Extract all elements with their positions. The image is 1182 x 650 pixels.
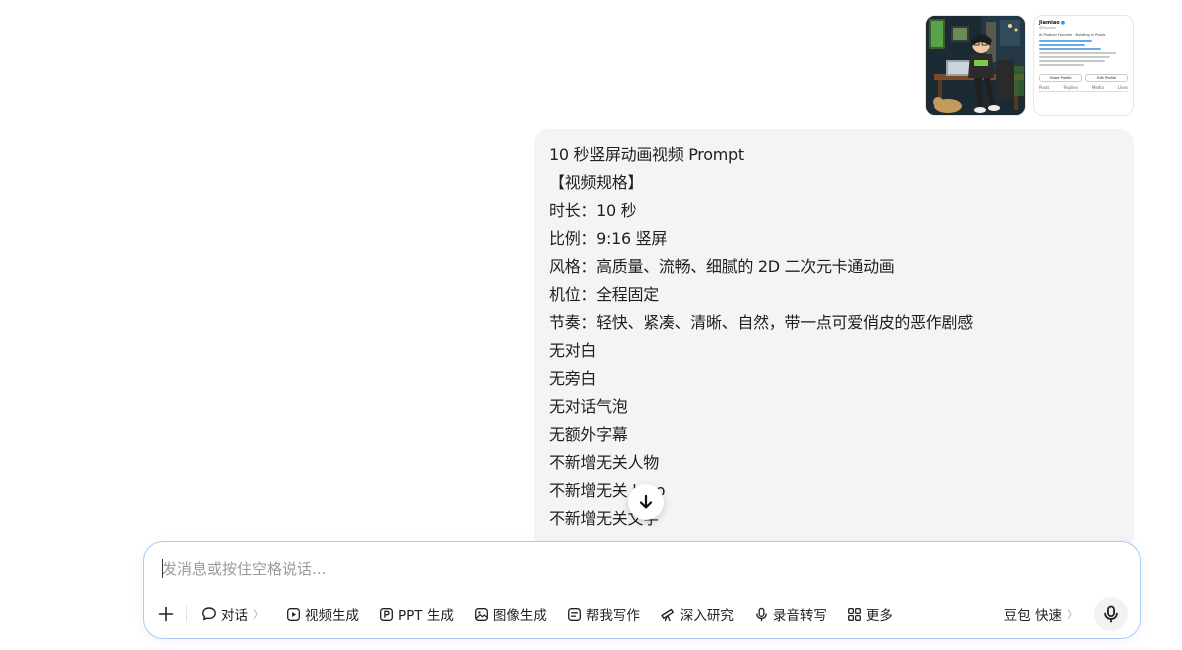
image-generation-button[interactable]: 图像生成 <box>474 604 547 624</box>
chat-mode-button[interactable]: 对话 〉 <box>201 604 264 624</box>
attachment-illustration-image[interactable] <box>925 15 1026 116</box>
audio-transcribe-button[interactable]: 录音转写 <box>754 604 827 624</box>
telescope-icon <box>661 608 674 622</box>
message-line: 时长：10 秒 <box>549 201 637 220</box>
chevron-right-icon: 〉 <box>1067 608 1078 621</box>
image-generation-label: 图像生成 <box>492 608 547 624</box>
message-line: 无对白 <box>549 341 597 360</box>
profile-link-line <box>1039 40 1093 42</box>
message-line: 比例：9:16 竖屏 <box>549 229 668 248</box>
microphone-icon <box>1104 605 1118 623</box>
video-icon <box>287 607 300 621</box>
verified-icon: ● <box>1060 20 1066 26</box>
toolbar-divider <box>186 606 187 622</box>
add-attachment-button[interactable] <box>158 606 174 622</box>
profile-tab: Likes <box>1117 85 1128 90</box>
profile-text-line <box>1039 56 1111 58</box>
microphone-icon <box>755 607 767 621</box>
writing-assistant-label: 帮我写作 <box>585 608 640 624</box>
audio-transcribe-label: 录音转写 <box>772 608 827 624</box>
chevron-right-icon: 〉 <box>253 608 264 621</box>
more-tools-label: 更多 <box>865 608 893 624</box>
user-message-bubble: 10 秒竖屏动画视频 Prompt 【视频规格】 时长：10 秒 比例：9:16… <box>534 129 1134 549</box>
chat-bubble-icon <box>202 607 216 621</box>
ppt-icon <box>380 607 393 621</box>
message-line: 不新增无关人物 <box>549 453 659 472</box>
chat-page: Jiamiao● @founder AI Product Founder · B… <box>0 0 1182 650</box>
profile-text-line <box>1039 52 1116 54</box>
chat-mode-label: 对话 <box>221 608 248 624</box>
profile-link-line <box>1039 48 1102 50</box>
grid-icon <box>847 607 861 621</box>
message-line: 无旁白 <box>549 369 597 388</box>
profile-text-line <box>1039 60 1105 62</box>
share-profile-button: Share Profile <box>1039 74 1082 82</box>
video-generation-button[interactable]: 视频生成 <box>286 604 359 624</box>
message-line: 【视频规格】 <box>549 173 644 192</box>
arrow-down-icon <box>639 494 653 509</box>
message-line: 机位：全程固定 <box>549 285 659 304</box>
illustration-art <box>926 16 1025 115</box>
writing-icon <box>567 607 581 621</box>
deep-research-label: 深入研究 <box>679 608 734 624</box>
message-composer: 对话 〉 视频生成 PPT 生成 <box>143 541 1141 639</box>
more-tools-button[interactable]: 更多 <box>847 604 893 624</box>
text-caret <box>162 559 163 578</box>
profile-tabs: Posts Replies Media Likes <box>1039 85 1128 92</box>
profile-text-line <box>1039 64 1084 66</box>
message-line: 无对话气泡 <box>549 397 628 416</box>
plus-icon <box>158 606 174 622</box>
profile-tab: Replies <box>1063 85 1078 90</box>
profile-handle: @founder <box>1039 26 1057 30</box>
profile-bio: AI Product Founder · Building in Public <box>1039 33 1106 37</box>
message-line: 节奏：轻快、紧凑、清晰、自然，带一点可爱俏皮的恶作剧感 <box>549 313 973 332</box>
composer-toolbar: 对话 〉 视频生成 PPT 生成 图像生成 帮我写作 深入研究 录音转写 更多 … <box>158 597 1128 631</box>
message-line: 无额外字幕 <box>549 425 628 444</box>
profile-link-line <box>1039 44 1086 46</box>
attachment-profile-screenshot[interactable]: Jiamiao● @founder AI Product Founder · B… <box>1033 15 1134 116</box>
model-selector-label: 豆包 快速 <box>1003 608 1062 624</box>
message-attachments: Jiamiao● @founder AI Product Founder · B… <box>925 15 1134 116</box>
image-icon <box>474 607 488 621</box>
message-line: 风格：高质量、流畅、细腻的 2D 二次元卡通动画 <box>549 257 895 276</box>
message-line: 10 秒竖屏动画视频 Prompt <box>549 145 744 164</box>
profile-tab: Posts <box>1039 85 1050 90</box>
message-input[interactable] <box>162 556 1102 582</box>
writing-assistant-button[interactable]: 帮我写作 <box>567 604 640 624</box>
edit-profile-button: Edit Profile <box>1085 74 1128 82</box>
model-selector[interactable]: 豆包 快速 〉 <box>1004 604 1078 624</box>
ppt-generation-button[interactable]: PPT 生成 <box>379 604 454 624</box>
profile-buttons: Share Profile Edit Profile <box>1039 74 1128 82</box>
scroll-to-bottom-button[interactable] <box>628 484 664 520</box>
deep-research-button[interactable]: 深入研究 <box>660 604 734 624</box>
ppt-generation-label: PPT 生成 <box>398 608 454 624</box>
video-generation-label: 视频生成 <box>305 608 359 624</box>
voice-input-button[interactable] <box>1094 597 1128 631</box>
profile-tab: Media <box>1091 85 1104 90</box>
